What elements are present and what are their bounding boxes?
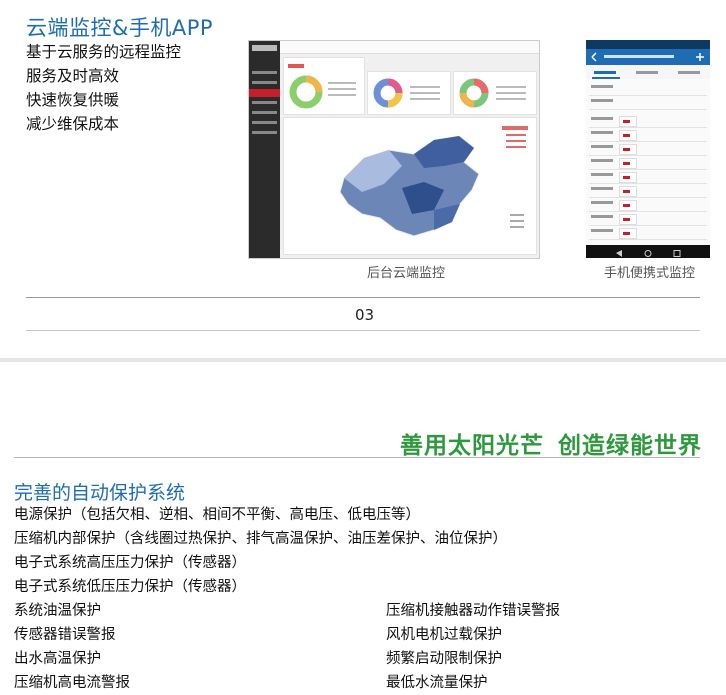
feature-item: 基于云服务的远程监控 [26, 43, 182, 61]
protection-item: 系统油温保护 [14, 603, 101, 619]
divider [26, 330, 700, 331]
protection-item: 风机电机过载保护 [386, 627, 502, 643]
protection-item: 传感器错误警报 [14, 627, 116, 643]
protection-item: 压缩机接触器动作错误警报 [386, 603, 560, 619]
page-separator [0, 358, 726, 362]
protection-item: 频繁启动限制保护 [386, 651, 502, 667]
protection-item: 电子式系统低压压力保护（传感器） [14, 579, 246, 595]
feature-item: 快速恢复供暖 [26, 91, 120, 109]
protection-item: 最低水流量保护 [386, 675, 488, 691]
slogan: 善用太阳光芒 创造绿能世界 [400, 426, 702, 460]
cloud-dashboard-screenshot [248, 40, 540, 259]
feature-item: 减少维保成本 [26, 115, 120, 133]
dashboard-caption: 后台云端监控 [367, 266, 446, 281]
slogan-part-2: 创造绿能世界 [558, 433, 702, 459]
protection-section-title: 完善的自动保护系统 [14, 482, 186, 504]
divider [26, 297, 700, 298]
divider [14, 457, 700, 458]
mobile-app-screenshot [586, 40, 710, 258]
feature-item: 服务及时高效 [26, 67, 120, 85]
protection-item: 电源保护（包括欠相、逆相、相间不平衡、高电压、低电压等） [14, 507, 420, 523]
cloud-section-title: 云端监控&手机APP [26, 16, 214, 40]
protection-item: 压缩机高电流警报 [14, 675, 130, 691]
phone-caption: 手机便携式监控 [604, 266, 696, 281]
page-number: 03 [355, 306, 375, 324]
protection-item: 压缩机内部保护（含线圈过热保护、排气高温保护、油压差保护、油位保护） [14, 531, 507, 547]
protection-item: 电子式系统高压压力保护（传感器） [14, 555, 246, 571]
protection-item: 出水高温保护 [14, 651, 101, 667]
slogan-part-1: 善用太阳光芒 [400, 433, 544, 459]
